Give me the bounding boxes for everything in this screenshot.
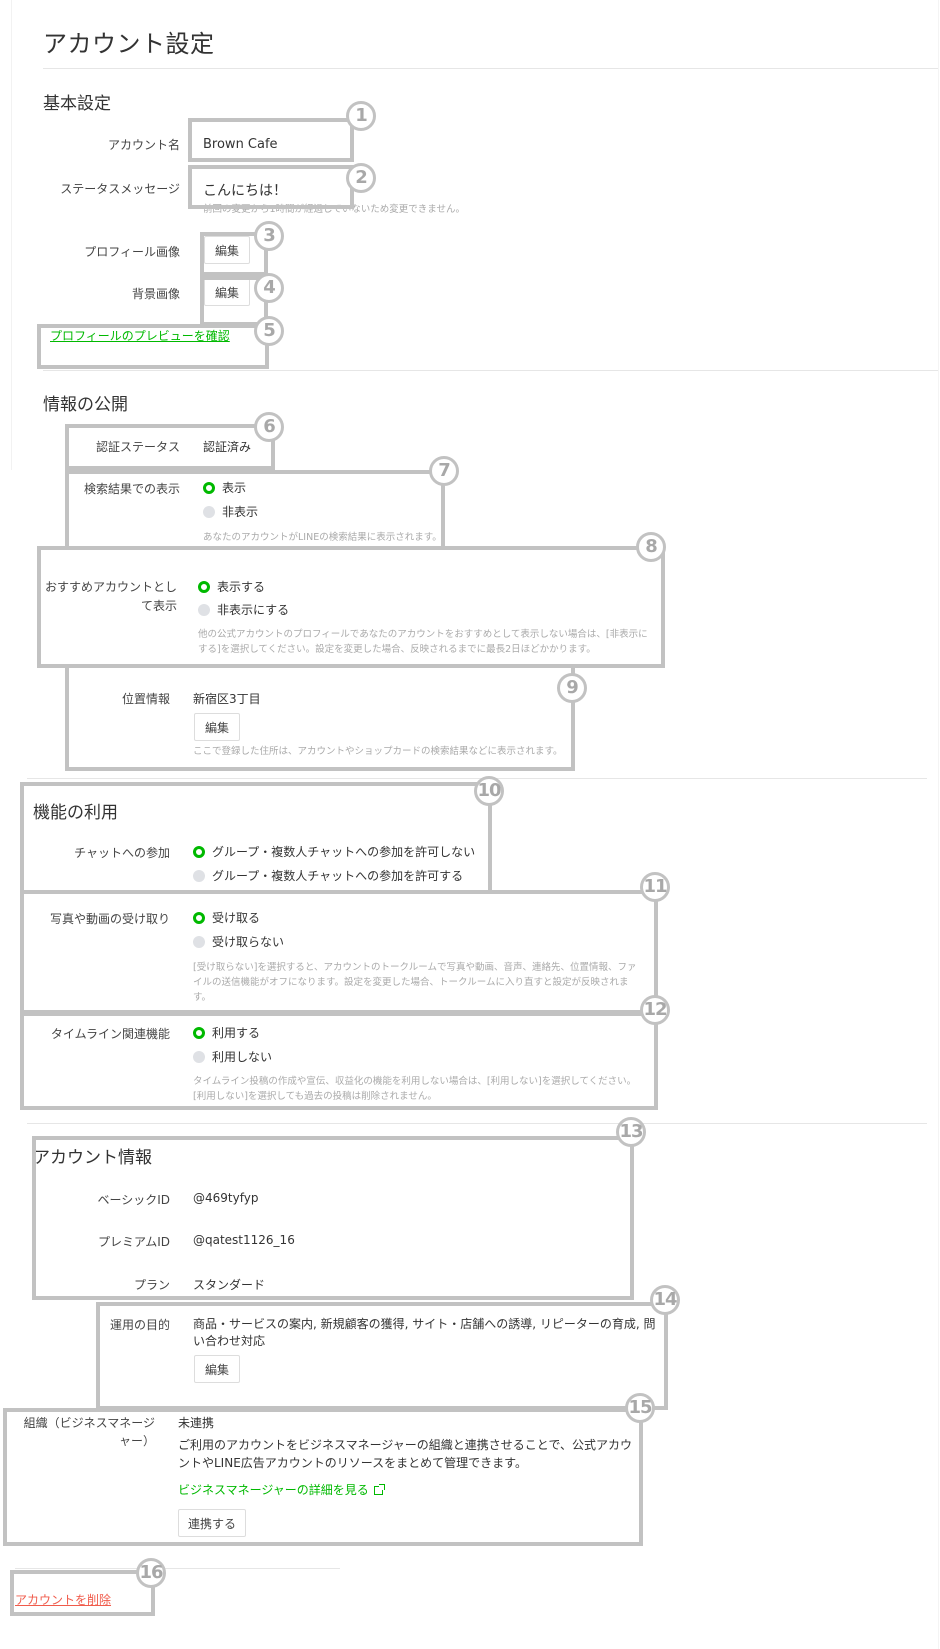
annotation-badge-16: 16 bbox=[136, 1558, 166, 1588]
purpose-label: 運用の目的 bbox=[109, 1318, 170, 1332]
location-label: 位置情報 bbox=[121, 692, 170, 706]
organization-status: 未連携 bbox=[178, 1416, 215, 1430]
recommend-option-hide[interactable]: 非表示にする bbox=[198, 601, 289, 618]
radio-unselected-icon[interactable] bbox=[198, 603, 210, 616]
annotation-badge-14: 14 bbox=[650, 1285, 680, 1315]
search-display-label: 検索結果での表示 bbox=[83, 482, 180, 496]
divider bbox=[27, 778, 927, 779]
annotation-badge-9: 9 bbox=[557, 673, 587, 703]
annotation-badge-8: 8 bbox=[636, 532, 666, 562]
annotation-badge-15: 15 bbox=[625, 1393, 655, 1423]
page-title: アカウント設定 bbox=[43, 30, 215, 58]
annotation-badge-5: 5 bbox=[254, 316, 284, 346]
location-value: 新宿区3丁目 bbox=[193, 692, 261, 706]
account-name-label: アカウント名 bbox=[107, 138, 180, 152]
annotation-badge-12: 12 bbox=[640, 995, 670, 1025]
radio-unselected-icon[interactable] bbox=[193, 1050, 205, 1063]
verify-status-value: 認証済み bbox=[203, 440, 252, 454]
media-receive-label: 写真や動画の受け取り bbox=[49, 912, 170, 926]
media-option-receive[interactable]: 受け取る bbox=[193, 909, 260, 926]
annotation-badge-13: 13 bbox=[616, 1117, 646, 1147]
background-image-edit-button[interactable]: 編集 bbox=[204, 278, 250, 306]
chat-join-label: チャットへの参加 bbox=[74, 846, 170, 860]
section-title-basic: 基本設定 bbox=[43, 94, 111, 114]
link-organization-button[interactable]: 連携する bbox=[178, 1509, 246, 1537]
purpose-edit-button[interactable]: 編集 bbox=[194, 1355, 240, 1383]
chat-option-disallow[interactable]: グループ・複数人チャットへの参加を許可しない bbox=[193, 843, 475, 860]
status-message-field[interactable]: こんにちは！ bbox=[203, 180, 287, 200]
divider bbox=[15, 1568, 340, 1569]
profile-image-label: プロフィール画像 bbox=[84, 245, 180, 259]
radio-unselected-icon[interactable] bbox=[193, 869, 205, 882]
section-title-account-info: アカウント情報 bbox=[33, 1148, 152, 1168]
recommend-help: 他の公式アカウントのプロフィールであなたのアカウントをおすすめとして表示しない場… bbox=[198, 629, 648, 655]
timeline-option-use[interactable]: 利用する bbox=[193, 1024, 260, 1041]
radio-selected-icon[interactable] bbox=[193, 1026, 205, 1039]
external-link-icon bbox=[373, 1484, 385, 1495]
profile-preview-link[interactable]: プロフィールのプレビューを確認 bbox=[50, 327, 230, 344]
timeline-option-nouse[interactable]: 利用しない bbox=[193, 1048, 272, 1065]
radio-unselected-icon[interactable] bbox=[203, 505, 215, 518]
premium-id-value: @qatest1126_16 bbox=[193, 1233, 295, 1247]
annotation-badge-3: 3 bbox=[254, 221, 284, 251]
verify-status-label: 認証ステータス bbox=[95, 440, 180, 454]
search-display-option-show[interactable]: 表示 bbox=[203, 479, 246, 496]
radio-selected-icon[interactable] bbox=[193, 911, 205, 924]
search-display-option-hide[interactable]: 非表示 bbox=[203, 503, 258, 520]
divider bbox=[43, 370, 938, 371]
section-title-disclosure: 情報の公開 bbox=[43, 395, 128, 415]
annotation-badge-6: 6 bbox=[254, 412, 284, 442]
basic-id-label: ベーシックID bbox=[97, 1193, 170, 1207]
media-option-reject[interactable]: 受け取らない bbox=[193, 933, 284, 950]
location-edit-button[interactable]: 編集 bbox=[194, 713, 240, 741]
status-message-help: 前回の変更から1時間が経過していないため変更できません。 bbox=[203, 204, 465, 215]
annotation-badge-4: 4 bbox=[254, 273, 284, 303]
recommend-label: おすすめアカウントとし て表示 bbox=[44, 580, 177, 613]
left-border-line bbox=[11, 0, 12, 470]
media-help: [受け取らない]を選択すると、アカウントのトークルームで写真や動画、音声、連絡先… bbox=[193, 962, 637, 1003]
timeline-label: タイムライン関連機能 bbox=[50, 1027, 170, 1041]
purpose-value: 商品・サービスの案内, 新規顧客の獲得, サイト・店舗への誘導, リピーターの育… bbox=[193, 1317, 656, 1348]
annotation-badge-7: 7 bbox=[429, 456, 459, 486]
radio-selected-icon[interactable] bbox=[193, 845, 205, 858]
plan-label: プラン bbox=[133, 1278, 170, 1292]
background-image-label: 背景画像 bbox=[131, 287, 180, 301]
account-name-field[interactable]: Brown Cafe bbox=[203, 137, 278, 152]
annotation-badge-10: 10 bbox=[474, 776, 504, 806]
basic-id-value: @469tyfyp bbox=[193, 1191, 259, 1205]
location-help: ここで登録した住所は、アカウントやショップカードの検索結果などに表示されます。 bbox=[193, 746, 563, 757]
timeline-help: タイムライン投稿の作成や宣伝、収益化の機能を利用しない場合は、[利用しない]を選… bbox=[193, 1076, 637, 1102]
profile-image-edit-button[interactable]: 編集 bbox=[204, 236, 250, 264]
delete-account-link[interactable]: アカウントを削除 bbox=[15, 1591, 111, 1608]
radio-selected-icon[interactable] bbox=[198, 580, 210, 593]
divider bbox=[27, 1123, 927, 1124]
annotation-badge-11: 11 bbox=[640, 872, 670, 902]
annotation-badge-2: 2 bbox=[346, 163, 376, 193]
section-title-features: 機能の利用 bbox=[33, 803, 118, 823]
radio-selected-icon[interactable] bbox=[203, 481, 215, 494]
radio-unselected-icon[interactable] bbox=[193, 935, 205, 948]
divider bbox=[43, 68, 938, 69]
chat-option-allow[interactable]: グループ・複数人チャットへの参加を許可する bbox=[193, 867, 463, 884]
right-border-line bbox=[938, 0, 939, 1649]
organization-description: ご利用のアカウントをビジネスマネージャーの組織と連携させることで、公式アカウ ン… bbox=[178, 1438, 632, 1470]
status-message-label: ステータスメッセージ bbox=[60, 182, 180, 196]
plan-value: スタンダード bbox=[193, 1278, 266, 1292]
recommend-option-show[interactable]: 表示する bbox=[198, 578, 265, 595]
business-manager-link[interactable]: ビジネスマネージャーの詳細を見る bbox=[178, 1481, 385, 1498]
premium-id-label: プレミアムID bbox=[98, 1235, 170, 1249]
annotation-badge-1: 1 bbox=[346, 101, 376, 131]
search-display-help: あなたのアカウントがLINEの検索結果に表示されます。 bbox=[203, 532, 442, 543]
organization-label: 組織（ビジネスマネージ ャー） bbox=[23, 1416, 155, 1448]
